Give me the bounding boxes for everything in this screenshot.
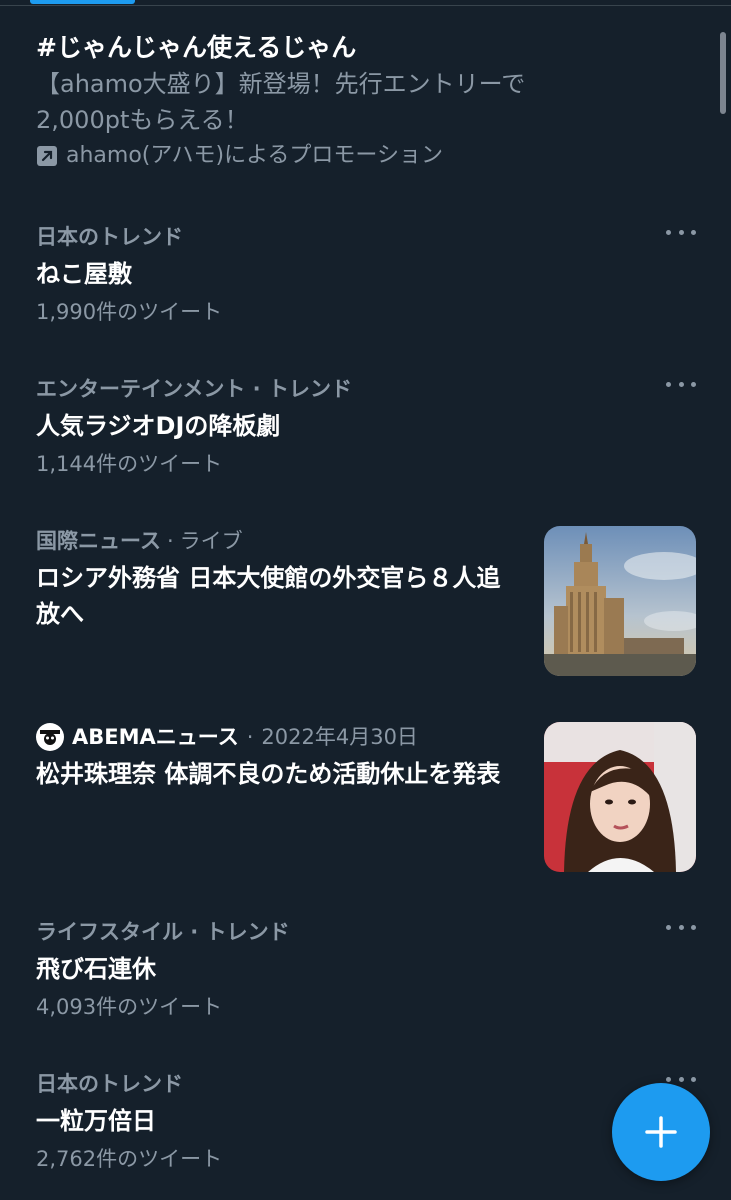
trend-category: ライフスタイル · トレンド: [36, 920, 290, 944]
news-title[interactable]: 松井珠理奈 体調不良のため活動休止を発表: [36, 756, 516, 792]
trend-title[interactable]: 人気ラジオDJの降板劇: [36, 408, 696, 444]
plus-icon: [645, 1116, 677, 1148]
live-label: ライブ: [179, 529, 243, 553]
trend-tweet-count: 1,990件のツイート: [36, 300, 223, 324]
promoted-by: ahamo(アハモ)によるプロモーション: [36, 140, 596, 172]
trend-category: エンターテインメント · トレンド: [36, 377, 352, 401]
trend-title[interactable]: 一粒万倍日: [36, 1103, 696, 1139]
trend-category: 日本のトレンド: [36, 1072, 183, 1096]
news-title[interactable]: ロシア外務省 日本大使館の外交官ら８人追放へ: [36, 560, 516, 632]
abema-logo-icon: [36, 723, 64, 751]
news-thumbnail[interactable]: [544, 526, 696, 676]
meta-separator: ·: [246, 725, 254, 749]
more-options-icon[interactable]: [666, 372, 696, 396]
news-category: 国際ニュース: [36, 529, 161, 553]
active-tab-indicator: [30, 0, 135, 4]
promoted-hashtag[interactable]: #じゃんじゃん使えるじゃん: [36, 30, 596, 66]
trend-item[interactable]: 日本のトレンド ねこ屋敷 1,990件のツイート: [36, 222, 696, 327]
news-date: 2022年4月30日: [261, 725, 418, 749]
promoted-by-label: ahamo(アハモ)によるプロモーション: [66, 143, 443, 168]
trend-item[interactable]: 日本のトレンド 一粒万倍日 2,762件のツイート: [36, 1069, 696, 1174]
trend-item[interactable]: エンターテインメント · トレンド 人気ラジオDJの降板劇 1,144件のツイー…: [36, 374, 696, 479]
trend-tweet-count: 2,762件のツイート: [36, 1147, 223, 1171]
portrait-image: [544, 722, 696, 872]
promoted-trend[interactable]: #じゃんじゃん使えるじゃん 【ahamo大盛り】新登場！先行エントリーで2,00…: [36, 30, 596, 172]
meta-separator: ·: [166, 529, 174, 553]
trend-item[interactable]: ライフスタイル · トレンド 飛び石連休 4,093件のツイート: [36, 917, 696, 1022]
more-options-icon[interactable]: [666, 220, 696, 244]
news-source[interactable]: ABEMAニュース: [72, 722, 239, 752]
more-options-icon[interactable]: [666, 915, 696, 939]
news-thumbnail[interactable]: [544, 722, 696, 872]
scrollbar[interactable]: [720, 32, 726, 114]
trend-title[interactable]: 飛び石連休: [36, 951, 696, 987]
promoted-description: 【ahamo大盛り】新登場！先行エントリーで2,000ptもらえる！: [36, 70, 526, 134]
trend-title[interactable]: ねこ屋敷: [36, 256, 696, 292]
news-item[interactable]: ABEMAニュース · 2022年4月30日 松井珠理奈 体調不良のため活動休止…: [36, 722, 696, 872]
trend-category: 日本のトレンド: [36, 225, 183, 249]
compose-tweet-button[interactable]: [612, 1083, 710, 1181]
building-image: [544, 526, 696, 676]
trend-tweet-count: 1,144件のツイート: [36, 452, 223, 476]
news-item[interactable]: 国際ニュース · ライブ ロシア外務省 日本大使館の外交官ら８人追放へ: [36, 526, 696, 676]
trend-tweet-count: 4,093件のツイート: [36, 995, 223, 1019]
promoted-arrow-icon: [37, 146, 57, 166]
